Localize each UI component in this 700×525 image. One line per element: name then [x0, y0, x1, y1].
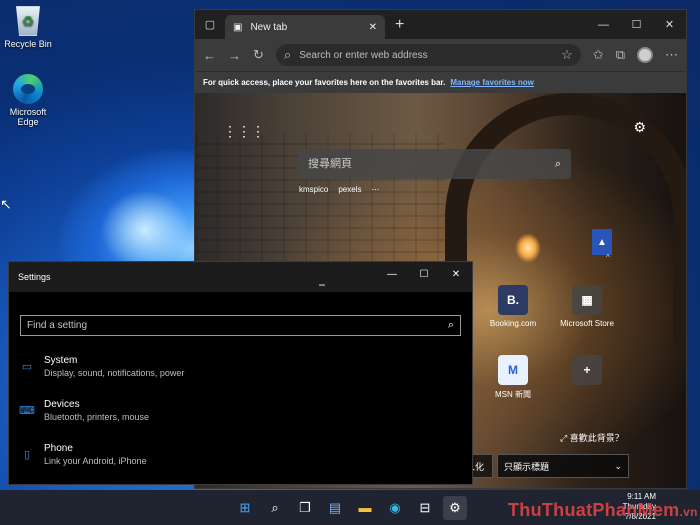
- settings-search-input[interactable]: [27, 320, 448, 331]
- edge-tab-bar: ▢ ▣ New tab ✕ + — ☐ ✕: [195, 10, 686, 39]
- chevron-up-icon[interactable]: ^: [606, 253, 610, 262]
- edge-toolbar: ← → ↻ ⌕ ☆ ✩ ⧉ ⋯: [195, 39, 686, 71]
- monitor-icon: ▭: [21, 360, 33, 373]
- quicklink-kmspico[interactable]: kmspico: [299, 185, 328, 194]
- keyboard-icon: ⌨: [19, 404, 35, 417]
- edge-window-controls: — ☐ ✕: [587, 10, 686, 39]
- watermark-suffix: .vn: [679, 505, 698, 519]
- content-dropdown[interactable]: 只顯示標題 ⌄: [497, 454, 629, 478]
- maximize-button[interactable]: ☐: [408, 262, 440, 286]
- close-button[interactable]: ✕: [653, 10, 686, 39]
- taskbar-apps: ⊞ ⌕ ❐ ▤ ▬ ◉ ⊟ ⚙: [233, 490, 467, 525]
- settings-window-controls: — ☐ ✕: [376, 262, 472, 286]
- app-launcher-icon[interactable]: ⋮⋮⋮: [223, 123, 265, 140]
- desktop-icon-label: Recycle Bin: [4, 39, 52, 49]
- wallpaper-highlight: [100, 190, 190, 270]
- tile-label: MSN 新聞: [495, 390, 531, 399]
- recycle-bin-icon: ♻: [16, 6, 40, 36]
- store-icon: ▦: [572, 285, 602, 315]
- widgets-icon[interactable]: ▤: [323, 496, 347, 520]
- settings-item-title: System: [44, 354, 78, 366]
- settings-item-desc: Display, sound, notifications, power: [44, 367, 185, 378]
- search-icon[interactable]: ⌕: [263, 496, 287, 520]
- settings-item-phone[interactable]: ▯ Phone Link your Android, iPhone: [18, 436, 458, 472]
- settings-item-title: Phone: [44, 442, 73, 454]
- settings-item-desc: Bluetooth, printers, mouse: [44, 411, 150, 422]
- expand-icon: ⤢: [560, 433, 568, 443]
- settings-item-system[interactable]: ▭ System Display, sound, notifications, p…: [18, 348, 458, 384]
- minimize-button[interactable]: —: [587, 10, 620, 39]
- settings-item-title: Devices: [44, 398, 80, 410]
- settings-window: Settings — ☐ ✕ ▬ ⌕ ▭ SystemDisplay, soun…: [8, 261, 473, 485]
- quicklink-more[interactable]: ⋯: [371, 185, 379, 194]
- settings-item-desc: Link your Android, iPhone: [44, 455, 147, 466]
- tile-label: Microsoft Store: [560, 319, 614, 328]
- resize-grip: ▬: [319, 282, 325, 288]
- settings-title: Settings: [18, 272, 51, 282]
- minimize-button[interactable]: —: [376, 262, 408, 286]
- task-view-icon[interactable]: ❐: [293, 496, 317, 520]
- close-button[interactable]: ✕: [440, 262, 472, 286]
- back-icon[interactable]: ←: [203, 48, 216, 63]
- search-icon[interactable]: ⌕: [555, 158, 561, 171]
- start-icon[interactable]: ⊞: [233, 496, 257, 520]
- tile-booking[interactable]: B. Booking.com: [477, 285, 549, 328]
- tab-title: New tab: [250, 21, 288, 33]
- desktop-icon-label: Microsoft Edge: [9, 107, 47, 127]
- tab-new-tab[interactable]: ▣ New tab ✕: [225, 15, 385, 39]
- maximize-button[interactable]: ☐: [620, 10, 653, 39]
- quick-links: kmspico pexels ⋯: [299, 185, 379, 194]
- like-background-label: 喜歡此背景？: [569, 433, 624, 443]
- store-taskbar-icon[interactable]: ⊟: [413, 496, 437, 520]
- mouse-cursor-icon: ↖: [0, 196, 12, 212]
- edge-taskbar-icon[interactable]: ◉: [383, 496, 407, 520]
- background-lamp: [515, 233, 541, 263]
- forward-icon[interactable]: →: [228, 48, 241, 63]
- search-icon: ⌕: [283, 47, 292, 62]
- settings-title-bar: Settings — ☐ ✕ ▬: [9, 262, 472, 292]
- desktop-icon-edge[interactable]: Microsoft Edge: [0, 74, 58, 127]
- close-tab-icon[interactable]: ✕: [369, 22, 377, 33]
- ntp-bottom-controls: 人化 只顯示標題 ⌄: [463, 454, 629, 478]
- phone-icon: ▯: [23, 448, 31, 461]
- address-input[interactable]: [299, 49, 554, 61]
- more-options-icon[interactable]: ⋯: [665, 47, 678, 63]
- settings-taskbar-icon[interactable]: ⚙: [443, 495, 467, 520]
- new-tab-favicon-icon: ▣: [233, 21, 243, 33]
- tile-add-site[interactable]: +: [551, 355, 623, 389]
- refresh-icon[interactable]: ↻: [253, 47, 264, 63]
- ntp-search-box[interactable]: ⌕: [298, 149, 571, 179]
- favorites-icon[interactable]: ✩: [593, 47, 604, 63]
- collections-icon[interactable]: ⧉: [616, 47, 625, 63]
- page-settings-gear-icon[interactable]: ⚙: [633, 119, 646, 136]
- background-sign: ▲: [592, 229, 612, 255]
- watermark: ThuThuatPhanMem.vn: [508, 500, 698, 521]
- search-icon: ⌕: [447, 319, 454, 331]
- tab-actions-icon[interactable]: ▢: [195, 18, 225, 31]
- quicklink-pexels[interactable]: pexels: [338, 185, 361, 194]
- msn-icon: M: [498, 355, 528, 385]
- add-favorite-icon[interactable]: ☆: [561, 47, 573, 63]
- manage-favorites-link[interactable]: Manage favorites now: [450, 78, 534, 87]
- booking-icon: B.: [498, 285, 528, 315]
- address-bar[interactable]: ⌕ ☆: [275, 44, 581, 66]
- like-background-link[interactable]: ⤢ 喜歡此背景？: [560, 431, 624, 444]
- settings-item-devices[interactable]: ⌨ Devices Bluetooth, printers, mouse: [18, 392, 458, 428]
- favbar-text: For quick access, place your favorites h…: [203, 78, 446, 87]
- file-explorer-icon[interactable]: ▬: [353, 496, 377, 520]
- profile-avatar[interactable]: [637, 47, 653, 63]
- ntp-search-input[interactable]: [308, 158, 555, 170]
- chevron-down-icon: ⌄: [614, 460, 622, 471]
- content-dropdown-value: 只顯示標題: [504, 461, 550, 472]
- tile-label: Booking.com: [489, 319, 537, 328]
- tile-microsoft-store[interactable]: ▦ Microsoft Store: [551, 285, 623, 328]
- edge-icon: [13, 74, 43, 104]
- plus-icon: +: [572, 355, 602, 385]
- watermark-text: ThuThuatPhanMem: [508, 500, 680, 520]
- tile-msn[interactable]: M MSN 新聞: [477, 355, 549, 400]
- settings-search-box[interactable]: ⌕: [20, 315, 461, 336]
- favorites-bar: For quick access, place your favorites h…: [195, 71, 686, 93]
- desktop-icon-recycle-bin[interactable]: ♻ Recycle Bin: [0, 6, 58, 49]
- new-tab-button[interactable]: +: [395, 16, 404, 34]
